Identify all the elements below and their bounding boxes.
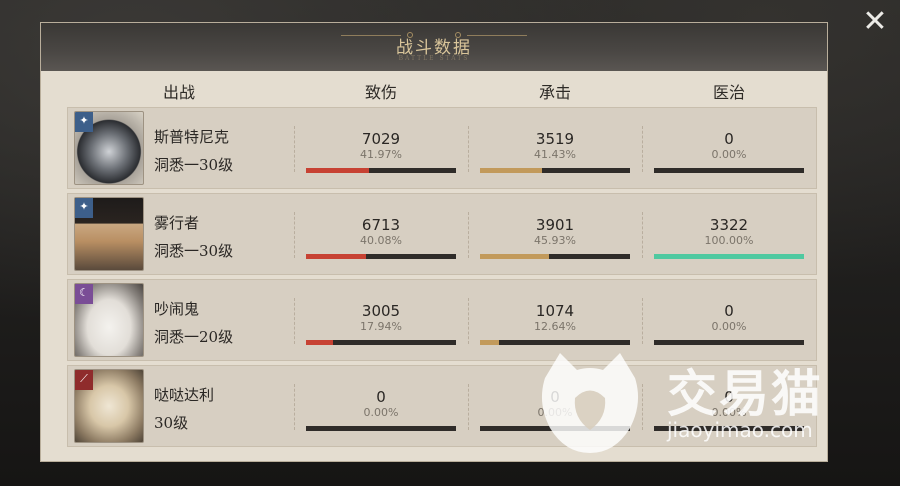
column-header-taken: 承击 [538,83,571,102]
character-row[interactable]: ✦ 斯普特尼克 洞悉一30级 7029 41.97% 3519 41.43% 0… [67,107,817,189]
damage-bar [306,168,456,173]
damage-cell: 6713 40.08% [306,216,456,247]
character-name: 吵闹鬼 [154,300,200,318]
class-badge-icon: ✦ [75,198,93,218]
character-level: 洞悉一20级 [154,328,234,346]
damage-percent: 17.94% [360,320,402,333]
title-divider-right [467,35,527,36]
column-separator [642,384,643,430]
column-separator [294,212,295,258]
character-portrait: ✦ [74,111,144,185]
damage-value: 0 [376,388,386,406]
column-separator [294,126,295,172]
character-row[interactable]: ⟋ 哒哒达利 30级 0 0.00% 0 0.00% 0 0.00% [67,365,817,447]
close-button[interactable]: ✕ [860,7,890,38]
damage-bar [306,340,456,345]
column-separator [294,384,295,430]
heal-bar [654,340,804,345]
bar-fill [306,254,367,259]
heal-percent: 100.00% [704,234,754,247]
heal-bar [654,254,804,259]
damage-percent: 41.97% [360,148,402,161]
taken-value: 0 [550,388,560,406]
panel-header: 战斗数据 BATTLE STATS [41,23,827,71]
bar-fill [306,340,333,345]
class-badge-icon: ✦ [75,112,93,132]
heal-percent: 0.00% [711,320,747,333]
heal-bar [654,168,804,173]
taken-value: 3901 [535,216,575,234]
column-separator [468,384,469,430]
character-portrait: ⟋ [74,369,144,443]
bar-fill [654,254,804,259]
heal-cell: 0 0.00% [654,388,804,419]
heal-percent: 0.00% [711,406,747,419]
heal-percent: 0.00% [711,148,747,161]
taken-percent: 0.00% [537,406,573,419]
column-separator [468,298,469,344]
heal-value: 0 [724,388,734,406]
character-name: 哒哒达利 [154,386,215,404]
damage-percent: 0.00% [363,406,399,419]
column-header-heal: 医治 [712,83,745,102]
character-row[interactable]: ☾ 吵闹鬼 洞悉一20级 3005 17.94% 1074 12.64% 0 0… [67,279,817,361]
taken-cell: 1074 12.64% [480,302,630,333]
taken-bar [480,340,630,345]
damage-value: 3005 [361,302,401,320]
column-separator [468,212,469,258]
character-name: 斯普特尼克 [154,128,230,146]
heal-value: 0 [724,302,734,320]
character-row[interactable]: ✦ 雾行者 洞悉一30级 6713 40.08% 3901 45.93% 332… [67,193,817,275]
taken-cell: 3901 45.93% [480,216,630,247]
bar-fill [480,254,549,259]
character-name: 雾行者 [154,214,200,232]
taken-cell: 0 0.00% [480,388,630,419]
taken-percent: 12.64% [534,320,576,333]
taken-bar [480,168,630,173]
taken-value: 3519 [535,130,575,148]
column-header-damage: 致伤 [364,83,397,102]
taken-bar [480,426,630,431]
damage-cell: 0 0.00% [306,388,456,419]
column-header-deploy: 出战 [162,83,195,102]
column-separator [294,298,295,344]
character-level: 30级 [154,414,189,432]
heal-cell: 3322 100.00% [654,216,804,247]
taken-percent: 41.43% [534,148,576,161]
taken-value: 1074 [535,302,575,320]
heal-cell: 0 0.00% [654,302,804,333]
damage-bar [306,426,456,431]
column-separator [642,298,643,344]
battle-stats-panel: 战斗数据 BATTLE STATS 出战 致伤 承击 医治 ✦ 斯普特尼克 洞悉… [40,22,828,462]
panel-subtitle: BATTLE STATS [398,55,470,62]
damage-cell: 3005 17.94% [306,302,456,333]
character-level: 洞悉一30级 [154,242,234,260]
heal-value: 3322 [709,216,749,234]
character-portrait: ✦ [74,197,144,271]
class-badge-icon: ⟋ [75,370,93,390]
class-badge-icon: ☾ [75,284,93,304]
damage-percent: 40.08% [360,234,402,247]
bar-fill [480,340,499,345]
taken-percent: 45.93% [534,234,576,247]
title-ornament-right [455,32,461,38]
damage-bar [306,254,456,259]
damage-value: 7029 [361,130,401,148]
damage-value: 6713 [361,216,401,234]
bar-fill [480,168,543,173]
taken-cell: 3519 41.43% [480,130,630,161]
column-separator [642,126,643,172]
heal-cell: 0 0.00% [654,130,804,161]
heal-value: 0 [724,130,734,148]
column-separator [468,126,469,172]
taken-bar [480,254,630,259]
column-separator [642,212,643,258]
heal-bar [654,426,804,431]
damage-cell: 7029 41.97% [306,130,456,161]
character-level: 洞悉一30级 [154,156,234,174]
bar-fill [306,168,369,173]
character-portrait: ☾ [74,283,144,357]
